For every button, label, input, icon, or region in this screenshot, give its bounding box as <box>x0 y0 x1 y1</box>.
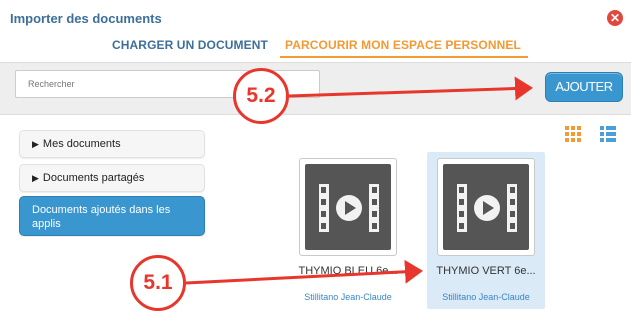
active-tab-indicator <box>280 56 528 58</box>
expand-triangle-icon: ▶ <box>32 139 39 149</box>
step-marker-5-1: 5.1 <box>130 255 186 311</box>
document-thumbnail <box>437 158 535 256</box>
document-author: Stillitano Jean-Claude <box>304 292 392 302</box>
close-icon: ✕ <box>609 11 621 25</box>
sidebar-item-app-documents[interactable]: Documents ajoutés dans les applis <box>19 196 205 236</box>
sidebar-item-shared-documents[interactable]: ▶ Documents partagés <box>19 164 205 192</box>
sidebar-item-my-documents[interactable]: ▶ Mes documents <box>19 130 205 158</box>
tab-browse-personal-space[interactable]: PARCOURIR MON ESPACE PERSONNEL <box>285 38 521 52</box>
video-file-icon <box>319 184 379 232</box>
tab-upload-document[interactable]: CHARGER UN DOCUMENT <box>112 38 268 52</box>
sidebar-item-label: Documents partagés <box>42 172 145 184</box>
document-author: Stillitano Jean-Claude <box>442 292 530 302</box>
document-card-selected[interactable]: THYMIO VERT 6e... Stillitano Jean-Claude <box>427 152 545 309</box>
document-name: THYMIO VERT 6e... <box>436 265 536 277</box>
dialog-title: Importer des documents <box>10 11 162 26</box>
close-button[interactable]: ✕ <box>607 10 623 26</box>
video-file-icon <box>457 184 517 232</box>
sidebar-item-label: Documents ajoutés dans les applis <box>32 204 171 230</box>
add-button[interactable]: AJOUTER <box>545 72 623 102</box>
document-thumbnail <box>299 158 397 256</box>
toolbar: AJOUTER <box>0 62 631 115</box>
list-view-icon[interactable] <box>600 126 616 142</box>
grid-view-icon[interactable] <box>565 126 581 142</box>
document-card[interactable]: THYMIO BLEU 6e... Stillitano Jean-Claude <box>289 152 407 309</box>
step-marker-5-2: 5.2 <box>233 68 289 124</box>
dialog-header: Importer des documents ✕ CHARGER UN DOCU… <box>0 0 631 62</box>
sidebar-item-label: Mes documents <box>42 138 121 150</box>
expand-triangle-icon: ▶ <box>32 173 39 183</box>
document-name: THYMIO BLEU 6e... <box>298 265 398 277</box>
